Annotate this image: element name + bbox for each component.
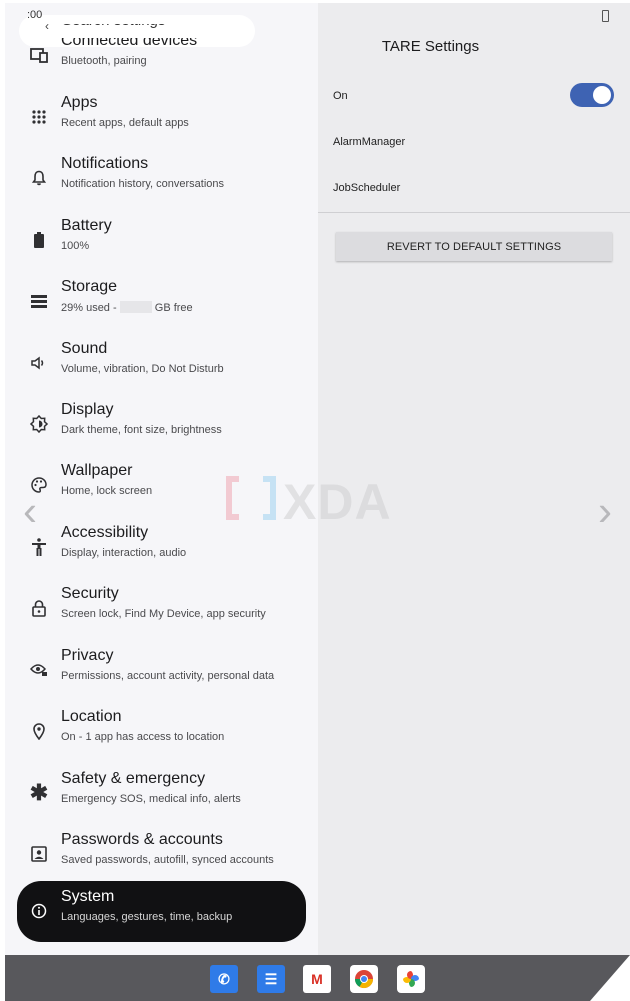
settings-item-title: Sound: [61, 340, 108, 357]
settings-item-title: Privacy: [61, 647, 114, 664]
settings-item-battery[interactable]: Battery 100%: [17, 210, 306, 270]
next-arrow-icon[interactable]: ›: [590, 490, 620, 532]
divider: [318, 212, 630, 213]
bell-icon: [27, 166, 51, 190]
settings-item-title: System: [61, 888, 115, 905]
xda-watermark: XDA: [225, 473, 420, 533]
apps-grid-icon: [27, 105, 51, 129]
settings-item-subtitle: On - 1 app has access to location: [61, 731, 225, 743]
asterisk-icon: ✱: [29, 780, 49, 805]
settings-item-passwords-accounts[interactable]: Passwords & accounts Saved passwords, au…: [17, 824, 306, 884]
settings-item-title: Accessibility: [61, 524, 149, 541]
settings-item-title: Battery: [61, 217, 112, 234]
storage-free-text: GB free: [154, 302, 193, 314]
chrome-app-icon[interactable]: [350, 965, 378, 993]
settings-item-subtitle: Emergency SOS, medical info, alerts: [61, 793, 241, 805]
on-label: On: [333, 90, 348, 102]
settings-item-apps[interactable]: Apps Recent apps, default apps: [17, 87, 306, 147]
settings-item-storage[interactable]: Storage 29% used - GB free: [17, 271, 306, 331]
tablet-screen: ‹ Search settings Connected devices Blue…: [5, 3, 630, 1001]
toggle-knob: [593, 86, 611, 104]
settings-item-title: Wallpaper: [61, 462, 133, 479]
settings-item-title: Apps: [61, 94, 98, 111]
status-time: :00: [27, 9, 43, 21]
messages-app-icon[interactable]: ☰: [257, 965, 285, 993]
settings-item-title: Storage: [61, 278, 118, 295]
info-icon: [27, 899, 51, 923]
accessibility-icon: [27, 535, 51, 559]
watermark-text: XDA: [283, 474, 392, 530]
status-battery-icon: [602, 10, 609, 22]
settings-item-subtitle: Home, lock screen: [61, 485, 153, 497]
settings-item-subtitle: Notification history, conversations: [61, 178, 225, 190]
revert-to-default-button[interactable]: REVERT TO DEFAULT SETTINGS: [336, 232, 612, 261]
settings-item-subtitle: Bluetooth, pairing: [61, 55, 147, 67]
settings-item-subtitle: Volume, vibration, Do Not Disturb: [61, 363, 224, 375]
speaker-icon: [27, 351, 51, 375]
settings-item-connected-devices[interactable]: Connected devices Bluetooth, pairing: [17, 25, 306, 85]
battery-icon: [27, 228, 51, 252]
settings-item-sound[interactable]: Sound Volume, vibration, Do Not Disturb: [17, 333, 306, 393]
photos-app-icon[interactable]: [397, 965, 425, 993]
settings-item-title: Display: [61, 401, 114, 418]
settings-item-subtitle: 29% used - GB free: [61, 301, 193, 314]
page-title: TARE Settings: [381, 38, 480, 55]
settings-item-subtitle: Languages, gestures, time, backup: [61, 911, 233, 923]
location-pin-icon: [27, 719, 51, 743]
settings-item-title: Connected devices: [61, 32, 198, 49]
settings-item-subtitle: Dark theme, font size, brightness: [61, 424, 222, 436]
settings-item-subtitle: Recent apps, default apps: [61, 117, 189, 129]
settings-item-title: Safety & emergency: [61, 770, 206, 787]
account-box-icon: [27, 842, 51, 866]
settings-item-subtitle: Permissions, account activity, personal …: [61, 670, 275, 682]
storage-icon: [27, 289, 51, 313]
settings-item-system[interactable]: System Languages, gestures, time, backup: [17, 881, 306, 942]
redacted-value: [119, 301, 152, 313]
settings-item-privacy[interactable]: Privacy Permissions, account activity, p…: [17, 640, 306, 700]
on-toggle[interactable]: [570, 83, 614, 107]
settings-item-title: Notifications: [61, 155, 149, 172]
taskbar-dock: ✆ ☰ M: [5, 955, 630, 1001]
settings-item-subtitle: 100%: [61, 240, 90, 252]
brightness-icon: [27, 412, 51, 436]
previous-arrow-icon[interactable]: ‹: [15, 490, 45, 532]
dock-corner: [590, 955, 630, 1001]
settings-item-subtitle: Saved passwords, autofill, synced accoun…: [61, 854, 274, 866]
settings-item-title: Security: [61, 585, 119, 602]
settings-item-location[interactable]: Location On - 1 app has access to locati…: [17, 701, 306, 761]
lock-icon: [27, 596, 51, 620]
gmail-app-icon[interactable]: M: [303, 965, 331, 993]
devices-icon: [27, 43, 51, 67]
storage-used-text: 29% used -: [61, 302, 120, 314]
settings-item-safety-emergency[interactable]: ✱ Safety & emergency Emergency SOS, medi…: [17, 763, 306, 823]
xda-logo-icon: [226, 476, 276, 520]
phone-app-icon[interactable]: ✆: [210, 965, 238, 993]
eye-lock-icon: [27, 658, 51, 682]
settings-item-subtitle: Screen lock, Find My Device, app securit…: [61, 608, 266, 620]
settings-item-security[interactable]: Security Screen lock, Find My Device, ap…: [17, 578, 306, 638]
alarm-manager-item[interactable]: AlarmManager: [333, 136, 405, 148]
settings-item-display[interactable]: Display Dark theme, font size, brightnes…: [17, 394, 306, 454]
job-scheduler-item[interactable]: JobScheduler: [333, 182, 400, 194]
settings-item-title: Passwords & accounts: [61, 831, 223, 848]
settings-item-notifications[interactable]: Notifications Notification history, conv…: [17, 148, 306, 208]
settings-item-subtitle: Display, interaction, audio: [61, 547, 187, 559]
settings-item-title: Location: [61, 708, 122, 725]
